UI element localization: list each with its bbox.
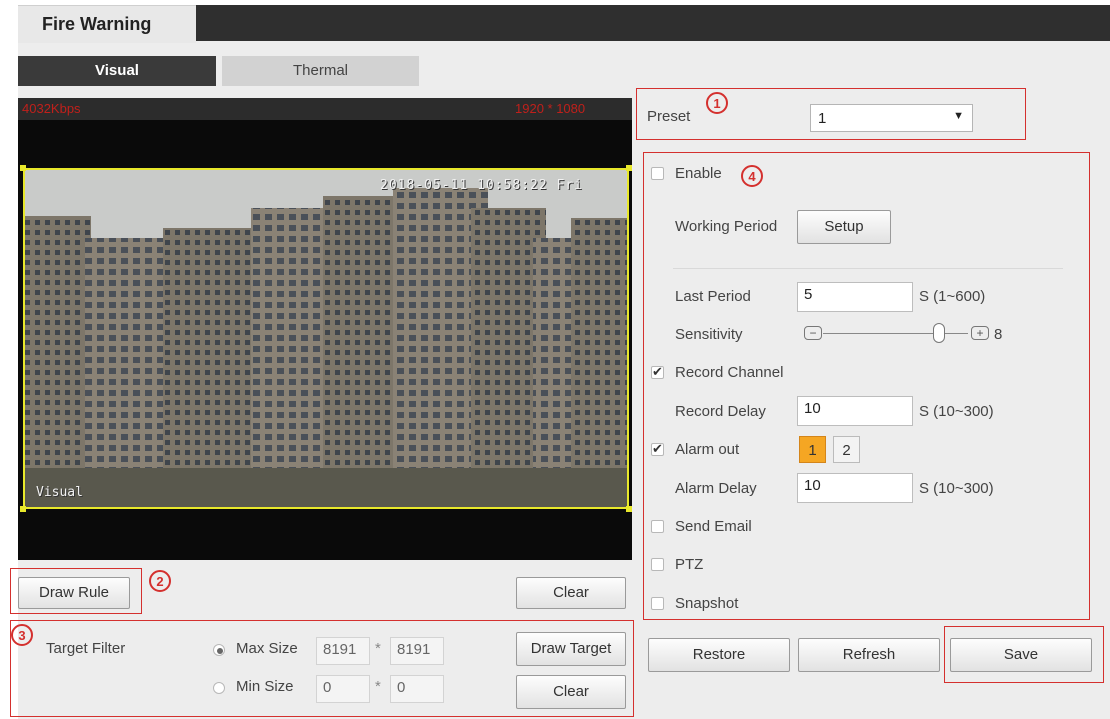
tab-visual[interactable]: Visual xyxy=(18,56,216,86)
size-separator: * xyxy=(375,640,381,657)
restore-button[interactable]: Restore xyxy=(648,638,790,672)
min-size-label: Min Size xyxy=(236,678,294,695)
resolution-readout: 1920 * 1080 xyxy=(515,101,586,116)
preset-value: 1 xyxy=(818,110,827,127)
refresh-button[interactable]: Refresh xyxy=(798,638,940,672)
min-height-field[interactable]: 0 xyxy=(390,675,444,703)
clear-rule-button[interactable]: Clear xyxy=(516,577,626,609)
rule-handle[interactable] xyxy=(20,165,26,171)
max-width-field[interactable]: 8191 xyxy=(316,637,370,665)
minus-icon[interactable]: − xyxy=(804,326,822,340)
rule-handle[interactable] xyxy=(20,506,26,512)
callout-3: 3 xyxy=(11,624,33,646)
max-size-radio[interactable] xyxy=(213,644,225,656)
preset-label: Preset xyxy=(647,108,691,125)
send-email-checkbox[interactable] xyxy=(651,520,664,533)
last-period-label: Last Period xyxy=(675,288,751,305)
last-period-range: S (1~600) xyxy=(919,288,986,305)
snapshot-checkbox[interactable] xyxy=(651,597,664,610)
bitrate-readout: 4032Kbps xyxy=(22,101,81,116)
sensitivity-label: Sensitivity xyxy=(675,326,743,343)
record-delay-label: Record Delay xyxy=(675,403,766,420)
osd-timestamp: 2018-05-11 10:58:22 Fri xyxy=(380,178,584,193)
send-email-label: Send Email xyxy=(675,518,752,535)
snapshot-label: Snapshot xyxy=(675,595,739,612)
record-delay-field[interactable]: 10 xyxy=(797,396,913,426)
tab-thermal[interactable]: Thermal xyxy=(222,56,419,86)
rule-handle[interactable] xyxy=(626,165,632,171)
dropdown-arrow-icon: ▼ xyxy=(953,110,964,122)
min-size-radio[interactable] xyxy=(213,682,225,694)
sensitivity-slider[interactable] xyxy=(933,323,945,343)
clear-target-button[interactable]: Clear xyxy=(516,675,626,709)
last-period-field[interactable]: 5 xyxy=(797,282,913,312)
ptz-checkbox[interactable] xyxy=(651,558,664,571)
draw-rule-button[interactable]: Draw Rule xyxy=(18,577,130,609)
alarm-out-channel-2[interactable]: 2 xyxy=(833,436,860,463)
alarm-out-label: Alarm out xyxy=(675,441,740,458)
enable-label: Enable xyxy=(675,165,722,182)
ptz-label: PTZ xyxy=(675,556,704,573)
alarm-delay-range: S (10~300) xyxy=(919,480,994,497)
page-title: Fire Warning xyxy=(18,5,196,43)
enable-checkbox[interactable] xyxy=(651,167,664,180)
record-channel-label: Record Channel xyxy=(675,364,784,381)
record-delay-range: S (10~300) xyxy=(919,403,994,420)
detection-rule-box[interactable] xyxy=(23,168,629,509)
alarm-out-channel-1[interactable]: 1 xyxy=(799,436,826,463)
callout-4: 4 xyxy=(741,165,763,187)
setup-button[interactable]: Setup xyxy=(797,210,891,244)
callout-2: 2 xyxy=(149,570,171,592)
alarm-delay-label: Alarm Delay xyxy=(675,480,757,497)
min-width-field[interactable]: 0 xyxy=(316,675,370,703)
rule-handle[interactable] xyxy=(626,506,632,512)
sensitivity-value: 8 xyxy=(994,326,1003,343)
preset-select[interactable]: 1 ▼ xyxy=(810,104,973,132)
save-button[interactable]: Save xyxy=(950,638,1092,672)
alarm-out-checkbox[interactable] xyxy=(651,441,664,457)
alarm-delay-field[interactable]: 10 xyxy=(797,473,913,503)
draw-target-button[interactable]: Draw Target xyxy=(516,632,626,666)
divider xyxy=(673,268,1063,269)
record-channel-checkbox[interactable] xyxy=(651,364,664,380)
save-label: Save xyxy=(1003,646,1039,663)
sensitivity-track[interactable] xyxy=(823,333,968,334)
osd-channel-label: Visual xyxy=(36,485,83,500)
size-separator: * xyxy=(375,678,381,695)
max-height-field[interactable]: 8191 xyxy=(390,637,444,665)
working-period-label: Working Period xyxy=(675,218,778,235)
callout-1: 1 xyxy=(706,92,728,114)
plus-icon[interactable]: + xyxy=(971,326,989,340)
target-filter-label: Target Filter xyxy=(46,640,126,657)
max-size-label: Max Size xyxy=(236,640,298,657)
